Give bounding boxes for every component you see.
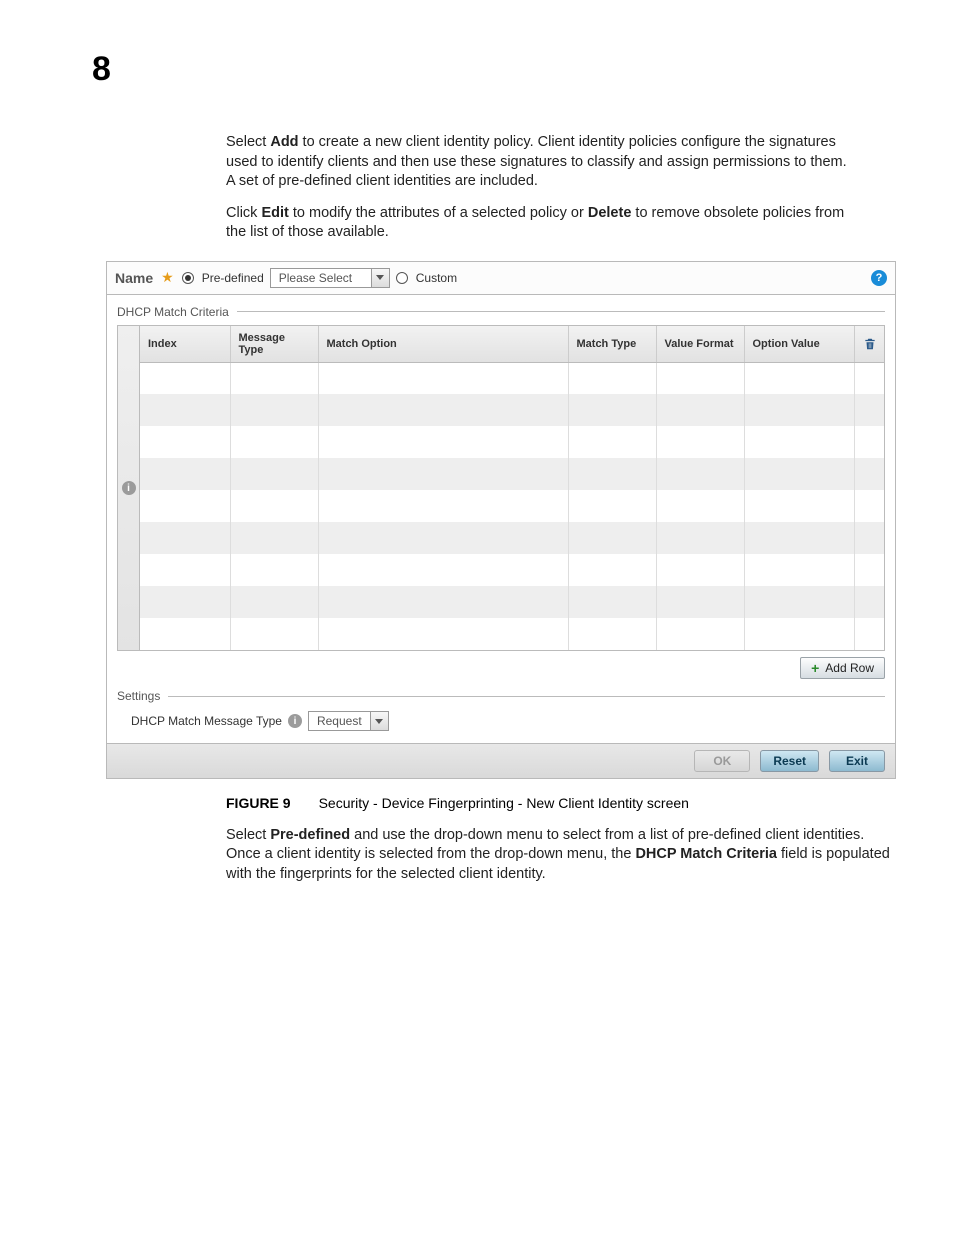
help-icon[interactable]: ? [871,270,887,286]
criteria-table: i Index Message Type Match Option Match … [117,325,885,652]
bold-edit: Edit [261,205,288,221]
text: Select [226,134,270,150]
name-row: Name ★ Pre-defined Please Select Custom … [107,262,895,295]
table-gutter: i [118,326,140,651]
name-label: Name [115,270,153,286]
col-option-value[interactable]: Option Value [744,326,854,363]
client-identity-panel: Name ★ Pre-defined Please Select Custom … [106,261,896,780]
add-row-label: Add Row [825,661,874,675]
custom-radio-label: Custom [416,271,457,285]
select-placeholder: Please Select [271,271,371,285]
text: to create a new client identity policy. … [226,134,847,189]
figure-caption: FIGURE 9 Security - Device Fingerprinting… [226,795,848,811]
dropdown-arrow-icon [371,269,389,287]
table-row[interactable] [140,554,884,586]
add-row-button[interactable]: + Add Row [800,657,885,679]
text: Select [226,827,270,843]
exit-button[interactable]: Exit [829,750,885,772]
criteria-title: DHCP Match Criteria [117,305,229,319]
intro-paragraph-1: Select Add to create a new client identi… [226,133,848,192]
col-index[interactable]: Index [140,326,230,363]
panel-footer: OK Reset Exit [107,743,895,778]
col-value-format[interactable]: Value Format [656,326,744,363]
trash-icon [863,337,877,351]
select-value: Request [309,714,370,728]
after-paragraph-1: Select Pre-defined and use the drop-down… [226,826,894,885]
col-message-type[interactable]: Message Type [230,326,318,363]
col-delete[interactable] [854,326,884,363]
required-star-icon: ★ [161,269,174,286]
settings-title: Settings [117,689,160,703]
ok-button[interactable]: OK [694,750,750,772]
table-row[interactable] [140,490,884,522]
settings-row: DHCP Match Message Type i Request [131,711,885,731]
table-row[interactable] [140,394,884,426]
figure-label: FIGURE 9 [226,795,291,811]
table-header-row: Index Message Type Match Option Match Ty… [140,326,884,363]
plus-icon: + [811,661,819,675]
info-icon[interactable]: i [288,714,302,728]
table-row[interactable] [140,362,884,394]
settings-section: Settings [117,689,885,703]
bold-dhcp-match-criteria: DHCP Match Criteria [635,846,777,862]
figure-text: Security - Device Fingerprinting - New C… [319,795,689,811]
table-row[interactable] [140,426,884,458]
criteria-section: DHCP Match Criteria [117,305,885,319]
chapter-number: 8 [92,50,954,89]
col-match-type[interactable]: Match Type [568,326,656,363]
settings-label: DHCP Match Message Type [131,714,282,728]
table-row[interactable] [140,458,884,490]
table-body [140,362,884,650]
text: to modify the attributes of a selected p… [289,205,588,221]
custom-radio[interactable] [396,272,408,284]
bold-predefined: Pre-defined [270,827,350,843]
dropdown-arrow-icon [370,712,388,730]
divider [168,696,885,697]
table-row[interactable] [140,522,884,554]
text: Click [226,205,261,221]
table-row[interactable] [140,618,884,650]
predefined-radio[interactable] [182,272,194,284]
col-match-option[interactable]: Match Option [318,326,568,363]
reset-button[interactable]: Reset [760,750,819,772]
message-type-select[interactable]: Request [308,711,389,731]
predefined-radio-label: Pre-defined [202,271,264,285]
info-icon[interactable]: i [122,481,136,495]
bold-delete: Delete [588,205,632,221]
bold-add: Add [270,134,298,150]
predefined-select[interactable]: Please Select [270,268,390,288]
divider [237,311,885,312]
table-row[interactable] [140,586,884,618]
intro-paragraph-2: Click Edit to modify the attributes of a… [226,204,848,243]
